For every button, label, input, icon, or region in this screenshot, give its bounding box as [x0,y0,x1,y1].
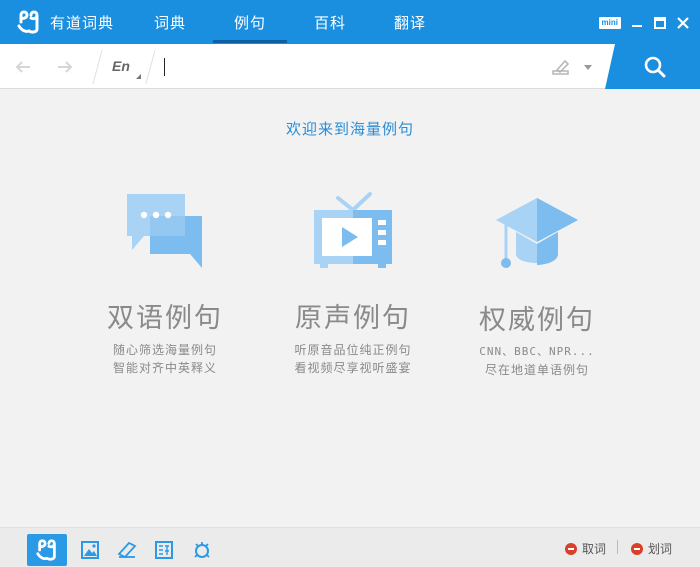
feature-title: 双语例句 [107,303,223,334]
search-input[interactable] [160,54,540,80]
app-name: 有道词典 [50,14,115,32]
youdao-logo-icon [17,10,39,34]
feature-bilingual[interactable]: 双语例句 随心筛选海量例句 智能对齐中英释义 [85,190,245,377]
divider [145,50,156,84]
translate-doc-icon [155,541,173,559]
text-caret [164,58,165,76]
feature-desc: 看视频尽享视听盛宴 [294,361,412,375]
feature-desc: 智能对齐中英释义 [112,361,217,375]
feature-desc: 听原音品位纯正例句 [294,343,412,357]
chat-bubbles-icon [127,194,202,268]
handwriting-pen-icon[interactable] [551,57,571,77]
hua-ci-toggle[interactable]: 划词 [631,540,672,557]
divider [92,50,103,84]
tv-play-icon [314,192,392,268]
tab-translate[interactable]: 翻译 [373,12,447,33]
search-icon [644,56,666,78]
youdao-logo-icon [36,539,56,561]
maximize-icon[interactable] [653,16,667,30]
bottom-bar: 取词 划词 [0,527,700,567]
tab-examples[interactable]: 例句 [213,12,287,33]
image-translate-button[interactable] [70,534,110,566]
handwriting-dropdown-icon[interactable] [584,65,592,70]
feature-title: 原声例句 [295,303,411,334]
feature-authoritative[interactable]: 权威例句 CNN、BBC、NPR... 尽在地道单语例句 [457,190,617,379]
qu-ci-toggle[interactable]: 取词 [565,540,606,557]
feature-title: 权威例句 [479,305,595,336]
disabled-dot-icon [565,542,577,555]
divider [617,540,618,554]
translate-doc-button[interactable] [144,534,184,566]
graduation-cap-icon [496,198,578,268]
minimize-icon[interactable] [630,16,644,30]
disabled-dot-icon [631,542,643,555]
hua-ci-label: 划词 [648,542,673,556]
gear-icon [194,542,210,558]
pencil-note-icon [117,541,137,559]
wordbook-button[interactable] [107,534,147,566]
search-button[interactable] [605,44,700,89]
close-icon[interactable] [676,16,690,30]
feature-original-audio[interactable]: 原声例句 听原音品位纯正例句 看视频尽享视听盛宴 [273,190,433,377]
image-icon [81,541,99,559]
tab-encyclopedia[interactable]: 百科 [293,12,367,33]
welcome-text: 欢迎来到海量例句 [285,120,414,138]
language-corner-icon [136,74,141,79]
language-selector[interactable]: En [112,58,130,74]
title-bar: 有道词典 词典 例句 百科 翻译 mini [0,0,700,44]
dictionary-home-button[interactable] [27,534,67,566]
window-controls: mini [598,14,690,32]
active-tab-indicator [213,40,287,43]
search-bar: En [0,44,700,89]
feature-desc: 随心筛选海量例句 [112,343,217,357]
back-arrow-icon[interactable] [14,58,32,76]
feature-desc: CNN、BBC、NPR... [479,345,595,358]
feature-desc: 尽在地道单语例句 [484,363,589,377]
qu-ci-label: 取词 [582,542,607,556]
mini-mode-button[interactable]: mini [598,17,621,29]
tab-dictionary[interactable]: 词典 [133,12,207,33]
plugin-button[interactable] [182,534,222,566]
forward-arrow-icon[interactable] [56,58,74,76]
